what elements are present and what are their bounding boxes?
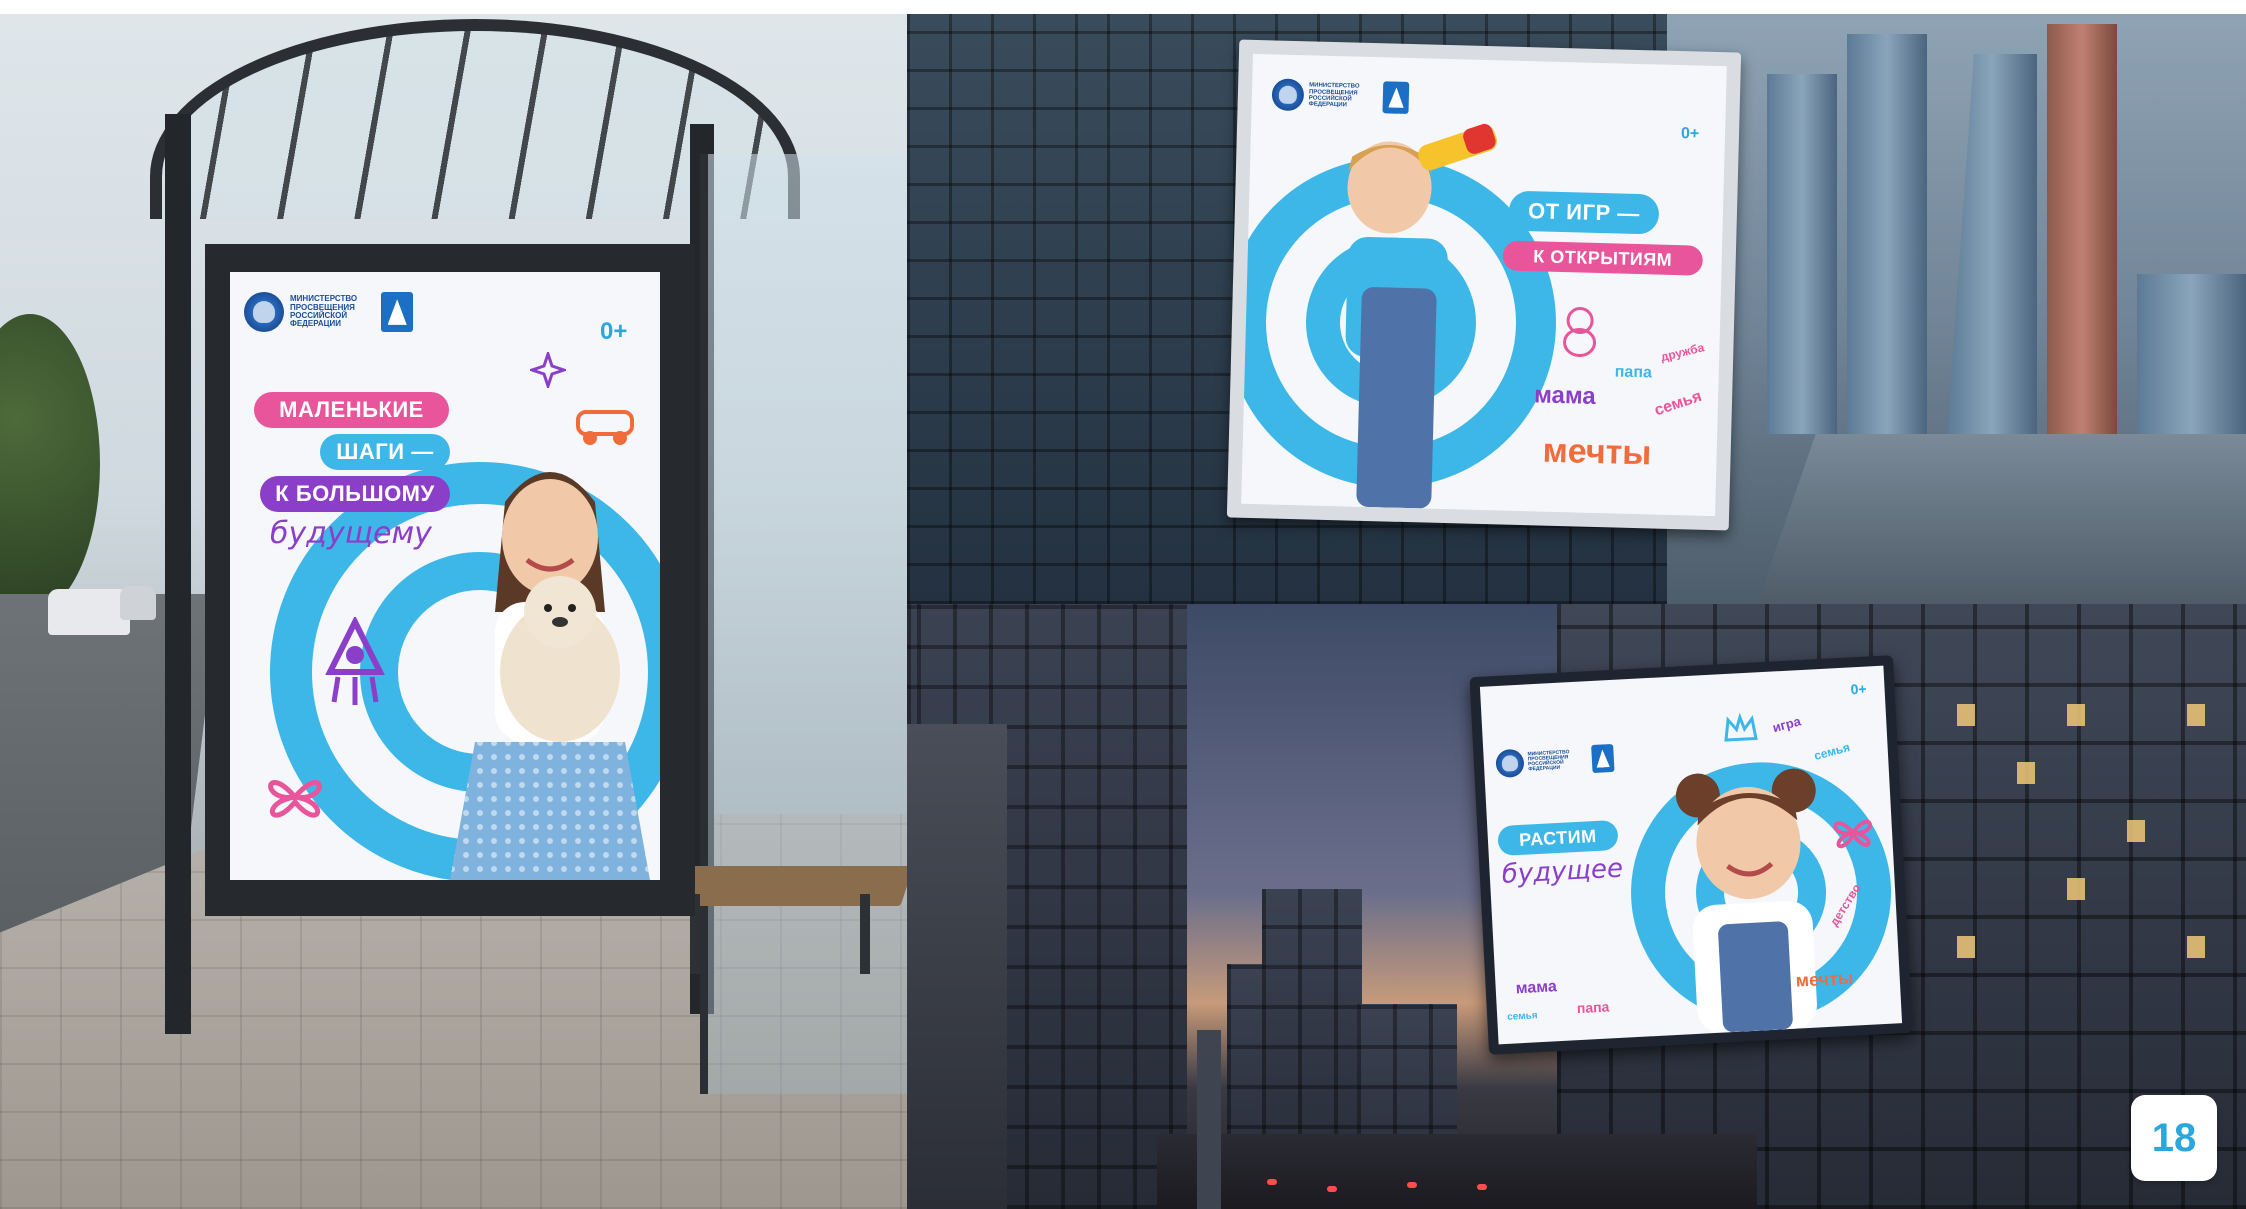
lit-window bbox=[2187, 704, 2205, 726]
doodle-word: папа bbox=[1614, 363, 1653, 382]
street-billboard-photo: Министерство просвещения Российской Феде… bbox=[907, 604, 2246, 1209]
teddy-doodle-icon bbox=[1563, 307, 1597, 358]
ministry-name: Министерство просвещения Российской Феде… bbox=[290, 294, 358, 329]
doodle-word: папа bbox=[1576, 998, 1610, 1017]
doodle-word: мечты bbox=[1795, 967, 1854, 991]
car-light bbox=[1407, 1182, 1417, 1188]
skyscraper bbox=[2047, 24, 2117, 434]
doodle-word: мама bbox=[1515, 978, 1558, 998]
building bbox=[907, 724, 1007, 1209]
street-billboard-poster: Министерство просвещения Российской Феде… bbox=[1479, 665, 1903, 1045]
lit-window bbox=[1957, 936, 1975, 958]
car-light bbox=[1477, 1184, 1487, 1190]
lit-window bbox=[2187, 936, 2205, 958]
ministry-name: Министерство просвещения Российской Феде… bbox=[1308, 82, 1360, 109]
crown-doodle-icon bbox=[1724, 712, 1758, 742]
car-light bbox=[1267, 1179, 1277, 1185]
headline-script: будущее bbox=[1500, 853, 1624, 890]
girl-with-teddy bbox=[450, 472, 650, 880]
ministry-logo: Министерство просвещения Российской Феде… bbox=[1271, 78, 1410, 114]
doodle-word: семья bbox=[1506, 1010, 1538, 1023]
bus-stop-poster: Министерство просвещения Российской Феде… bbox=[230, 272, 660, 880]
skyscraper bbox=[1947, 54, 2037, 434]
butterfly-doodle-icon bbox=[1833, 819, 1872, 849]
doodle-word: мама bbox=[1533, 381, 1597, 410]
lit-window bbox=[2067, 878, 2085, 900]
ministry-emblem-icon bbox=[1495, 748, 1525, 779]
girl-with-buns bbox=[1675, 768, 1817, 1033]
car bbox=[48, 589, 130, 635]
butterfly-doodle-icon bbox=[268, 780, 322, 818]
page-number: 18 bbox=[2131, 1095, 2217, 1181]
doodle-word: мечты bbox=[1542, 431, 1652, 473]
building bbox=[2137, 274, 2246, 434]
ministry-emblem-icon bbox=[244, 292, 284, 332]
headline-line-1: Растим bbox=[1497, 819, 1619, 857]
headline-line-1: От игр — bbox=[1508, 190, 1660, 235]
bus-stop-photo: Министерство просвещения Российской Феде… bbox=[0, 14, 907, 1209]
street bbox=[1157, 1134, 1757, 1209]
tower-billboard-poster: Министерство просвещения Российской Феде… bbox=[1241, 53, 1727, 517]
ministry-logo: Министерство просвещения Российской Феде… bbox=[1495, 743, 1615, 779]
billboard-post bbox=[1197, 1030, 1221, 1209]
ministry-logo: Министерство просвещения Российской Феде… bbox=[244, 292, 414, 332]
car bbox=[120, 586, 156, 620]
billboard-frame: Министерство просвещения Российской Феде… bbox=[1469, 655, 1913, 1055]
car-doodle-icon bbox=[576, 410, 634, 445]
boy-with-telescope bbox=[1345, 123, 1498, 509]
brand-triangle-icon bbox=[1382, 81, 1410, 114]
brand-triangle-icon bbox=[381, 292, 414, 332]
shelter-glass bbox=[700, 154, 907, 1094]
doodle-word: дружба bbox=[1659, 340, 1706, 365]
headline-line-2: шаги — bbox=[320, 434, 450, 470]
headline-line-2: к открытиям bbox=[1502, 240, 1704, 276]
sparkle-doodle-icon bbox=[530, 352, 566, 388]
age-rating: 0+ bbox=[600, 318, 628, 345]
doodle-word: семья bbox=[1652, 387, 1704, 420]
shelter-post bbox=[165, 114, 191, 1034]
car-light bbox=[1327, 1186, 1337, 1192]
ministry-name: Министерство просвещения Российской Феде… bbox=[1527, 748, 1570, 773]
rocket-doodle-icon bbox=[325, 617, 385, 705]
headline-line-3: к большому bbox=[260, 476, 450, 512]
billboard-frame: Министерство просвещения Российской Феде… bbox=[1226, 39, 1742, 531]
age-rating: 0+ bbox=[1850, 680, 1867, 698]
glass-facade bbox=[907, 14, 1107, 604]
headline-script: будущему bbox=[270, 516, 432, 551]
lit-window bbox=[1957, 704, 1975, 726]
brand-triangle-icon bbox=[1591, 743, 1615, 774]
river bbox=[1757, 434, 2246, 604]
doodle-word: игра bbox=[1770, 713, 1803, 736]
age-rating: 0+ bbox=[1680, 125, 1700, 143]
slide: Министерство просвещения Российской Феде… bbox=[0, 0, 2246, 1209]
lit-window bbox=[2017, 762, 2035, 784]
skyscraper-billboard-photo: Министерство просвещения Российской Феде… bbox=[907, 14, 2246, 604]
bench-leg bbox=[860, 894, 870, 974]
lit-window bbox=[2127, 820, 2145, 842]
skyscraper bbox=[1847, 34, 1927, 434]
skyscraper bbox=[1767, 74, 1837, 434]
tree bbox=[0, 314, 100, 614]
ministry-emblem-icon bbox=[1271, 78, 1305, 112]
headline-line-1: Маленькие bbox=[254, 392, 449, 428]
lit-window bbox=[2067, 704, 2085, 726]
